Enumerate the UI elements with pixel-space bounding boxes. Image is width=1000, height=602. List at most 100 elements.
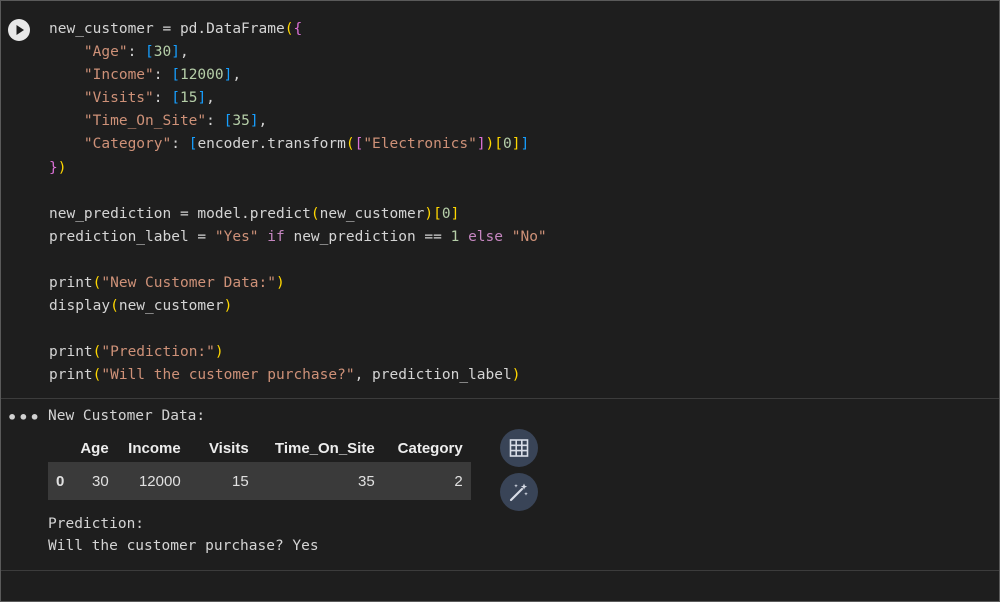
notebook-frame: new_customer = pd.DataFrame({ "Age": [30… [0,0,1000,602]
code-token: ) [57,159,67,176]
code-token: : [153,90,172,107]
output-divider [1,398,999,399]
code-token: [ [354,136,364,153]
code-token: new_customer = pd.DataFrame [49,21,285,37]
code-line: }) [49,157,547,180]
code-token: ( [310,205,320,222]
code-token: print [49,275,93,292]
code-token: [ [145,44,154,61]
output-text-result: Will the customer purchase? Yes [48,538,319,554]
code-token: ] [197,90,207,107]
code-token: ) [223,298,233,315]
code-token: [ [433,205,442,222]
code-token: : [127,44,146,61]
output-actions-menu[interactable]: ••• [7,408,41,427]
output-text-prediction: Prediction: [48,516,145,532]
code-editor[interactable]: new_customer = pd.DataFrame({ "Age": [30… [49,18,547,388]
dataframe-index-header [48,434,72,462]
code-token: "Yes" [214,228,259,245]
table-cell: 15 [188,462,257,500]
code-token: : [206,113,224,130]
code-token: new_prediction = model.predict [49,205,311,222]
code-token: new_customer [319,205,425,222]
code-token: ) [485,136,495,153]
magic-wand-icon [509,483,528,502]
code-token: 0 [503,136,512,153]
code-token: 35 [232,113,250,130]
table-row: 0 30 12000 15 35 2 [48,462,471,500]
code-line: display(new_customer) [49,295,547,318]
code-token: , prediction_label [354,367,512,384]
table-cell: 12000 [116,462,189,500]
code-token: "Age" [83,44,128,61]
code-token: ] [476,136,486,153]
code-token: , [179,44,189,61]
convert-to-table-button[interactable] [500,429,538,467]
column-header: Category [397,439,463,457]
code-token: , [232,67,242,84]
code-token: "Visits" [83,90,154,107]
code-token: ] [249,113,259,130]
dataframe-header-row: Age Income Visits Time_On_Site Category [48,434,471,462]
code-token: ) [214,344,224,361]
code-token: ( [345,136,355,153]
code-token: { [293,21,303,37]
code-line: print("Prediction:") [49,341,547,364]
code-token: prediction_label = [49,228,215,245]
code-token: encoder.transform [197,136,346,153]
code-token: "Will the customer purchase?" [101,367,355,384]
code-token: , [258,113,268,130]
code-token: "Time_On_Site" [83,113,207,130]
table-cell: 2 [382,462,471,500]
code-line: "Income": [12000], [49,64,547,87]
code-token: ) [276,275,285,292]
code-line: "Category": [encoder.transform(["Electro… [49,133,547,156]
code-token: display [49,298,111,315]
code-token: ) [424,205,434,222]
code-token: , [206,90,215,107]
code-line: new_prediction = model.predict(new_custo… [49,203,547,226]
code-token: new_prediction == [284,228,451,245]
code-token: new_customer [118,298,224,315]
code-token: ( [110,298,119,315]
code-line: "Age": [30], [49,41,547,64]
code-token: "Category" [83,136,172,153]
code-line: "Time_On_Site": [35], [49,110,547,133]
code-token: ) [511,367,521,384]
row-index: 0 [48,462,73,500]
table-icon [509,439,529,457]
code-token: ] [450,205,460,222]
code-token: [ [171,90,180,107]
code-line: print("New Customer Data:") [49,272,547,295]
dataframe-table: Age Income Visits Time_On_Site Category … [48,434,471,500]
column-header: Age [80,439,109,457]
code-line: new_customer = pd.DataFrame({ [49,18,547,41]
code-token: [ [171,67,180,84]
code-token: "Electronics" [363,136,477,153]
code-line: "Visits": [15], [49,87,547,110]
code-token: 0 [441,205,451,222]
code-token: 30 [153,44,172,61]
column-header: Time_On_Site [274,439,375,457]
column-header: Income [128,439,181,457]
code-token: "No" [511,228,547,245]
code-token: "Income" [83,67,154,84]
output-text-new-customer: New Customer Data: [48,408,206,424]
run-cell-button[interactable] [8,19,30,41]
code-token: print [49,344,93,361]
code-token: "New Customer Data:" [101,275,276,292]
suggest-plot-button[interactable] [500,473,538,511]
code-token: "Prediction:" [101,344,215,361]
code-line: print("Will the customer purchase?", pre… [49,364,547,387]
column-header: Visits [208,439,249,457]
